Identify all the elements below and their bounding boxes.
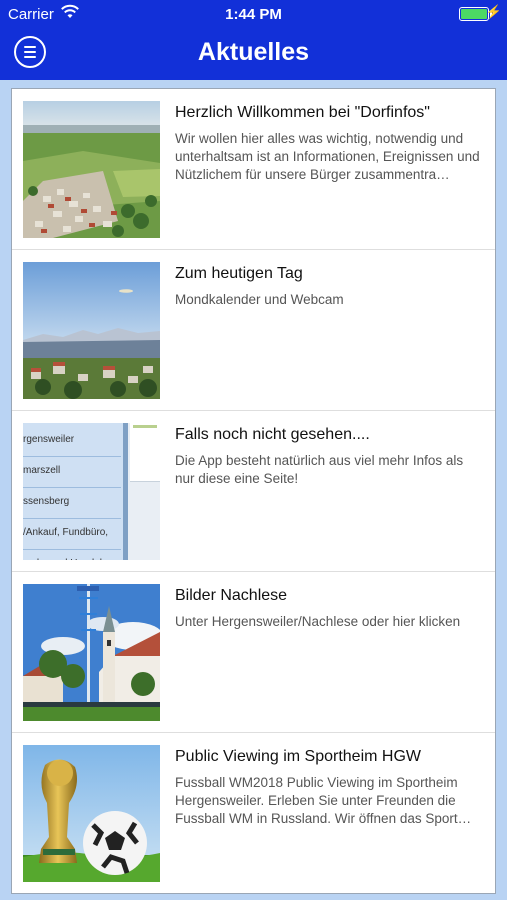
item-title: Zum heutigen Tag — [175, 265, 303, 282]
news-item[interactable]: rgensweiler marszell ssensberg /Ankauf, … — [12, 411, 495, 572]
navigation-bar: Carrier 1:44 PM ⚡ Aktuelles — [0, 0, 507, 80]
menu-preview-row: verbe und Handel — [23, 549, 121, 560]
item-description: Unter Hergensweiler/Nachlese oder hier k… — [175, 614, 461, 629]
village-aerial-image — [23, 101, 160, 238]
item-description: Mondkalender und Webcam — [175, 292, 344, 307]
news-list[interactable]: Herzlich Willkommen bei "Dorfinfos" Wir … — [11, 88, 496, 894]
page-title: Aktuelles — [197, 38, 310, 66]
status-bar: Carrier 1:44 PM ⚡ — [0, 0, 507, 28]
news-item[interactable]: Public Viewing im Sportheim HGW Fussball… — [12, 733, 495, 894]
item-title: Bilder Nachlese — [175, 587, 288, 604]
menu-list-preview: rgensweiler marszell ssensberg /Ankauf, … — [23, 423, 123, 560]
news-item[interactable]: Bilder Nachlese Unter Hergensweiler/Nach… — [12, 572, 495, 733]
item-description: Wir wollen hier alles was wichtig, notwe… — [175, 131, 480, 182]
item-description: Fussball WM2018 Public Viewing im Sporth… — [175, 775, 472, 826]
battery-icon — [459, 7, 492, 21]
lake-panorama-image — [23, 262, 160, 399]
menu-preview-row: rgensweiler — [23, 425, 121, 457]
clock: 1:44 PM — [225, 6, 282, 23]
menu-preview-row: marszell — [23, 456, 121, 488]
world-cup-image — [23, 745, 160, 882]
menu-preview-row: ssensberg — [23, 487, 121, 519]
menu-preview-row: /Ankauf, Fundbüro, — [23, 518, 121, 550]
item-title: Falls noch nicht gesehen.... — [175, 426, 370, 443]
maypole-church-image — [23, 584, 160, 721]
item-description: Die App besteht natürlich aus viel mehr … — [175, 453, 464, 486]
item-title: Herzlich Willkommen bei "Dorfinfos" — [175, 104, 430, 121]
charging-icon: ⚡ — [485, 4, 502, 19]
news-item[interactable]: Herzlich Willkommen bei "Dorfinfos" Wir … — [12, 89, 495, 250]
item-title: Public Viewing im Sportheim HGW — [175, 748, 422, 765]
app-screenshot-image: rgensweiler marszell ssensberg /Ankauf, … — [23, 423, 160, 560]
news-item[interactable]: Zum heutigen Tag Mondkalender und Webcam — [12, 250, 495, 411]
